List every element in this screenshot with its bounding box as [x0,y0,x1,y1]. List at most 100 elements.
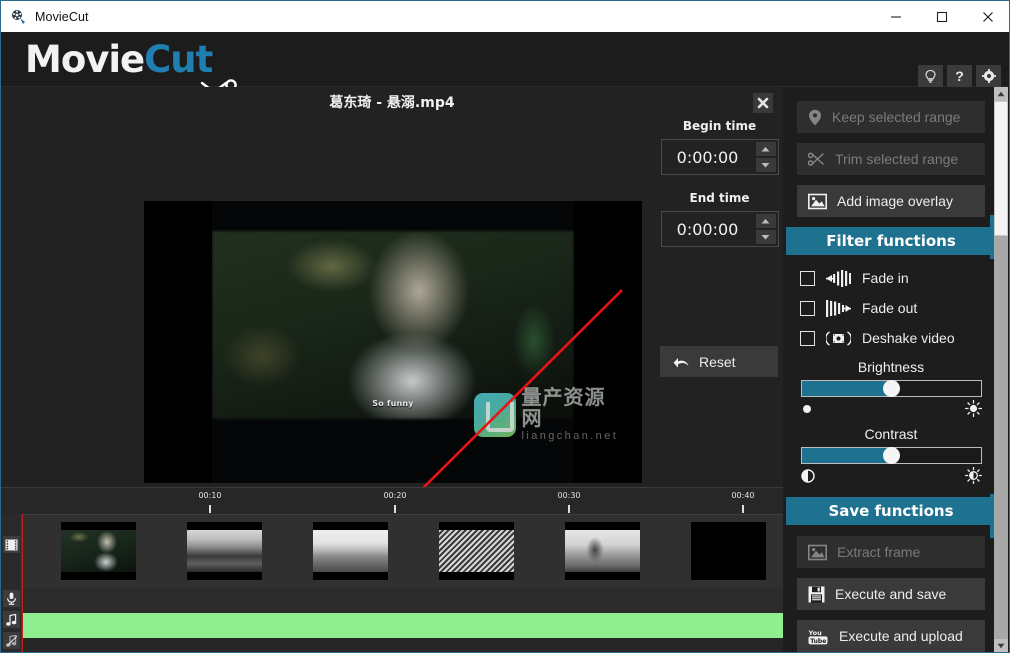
audio-track[interactable] [1,613,783,638]
begin-time-label: Begin time [656,119,783,133]
extract-frame-button[interactable]: Extract frame [797,536,985,568]
fade-out-icon [826,300,851,317]
contrast-slider-fill [802,448,892,463]
brightness-slider-knob[interactable] [883,380,900,397]
contrast-sun-icon [965,467,982,484]
execute-and-save-label: Execute and save [835,586,946,602]
keep-selected-range-button[interactable]: Keep selected range [797,101,985,133]
fade-in-label: Fade in [862,270,909,286]
deshake-icon [826,330,851,347]
map-pin-icon [808,109,822,126]
image-icon [808,544,827,561]
half-circle-icon [801,469,815,483]
site-watermark: 量产资源网 liangchan.net [474,387,621,443]
timeline-thumbnail-4[interactable] [439,522,514,580]
moviecut-window: MovieCut MovieCut [0,0,1010,653]
settings-button[interactable] [976,65,1001,87]
timeline-empty-track[interactable] [1,588,783,613]
end-time-field[interactable]: 0:00:00 [661,211,779,247]
end-time-spinner [754,212,778,246]
begin-time-spinner [754,140,778,174]
scroll-up-button[interactable] [994,87,1008,101]
execute-and-upload-button[interactable]: You Tube Execute and upload [797,620,985,652]
image-icon [808,193,827,210]
timeline-thumbnail-3[interactable] [313,522,388,580]
timeline-tick-mark [209,505,211,513]
svg-text:Tube: Tube [810,637,826,644]
timeline-bottom-track[interactable] [1,638,783,653]
time-range-panel: Begin time 0:00:00 End time 0:00:00 [656,87,783,487]
right-tools-panel: Keep selected range Trim selected range [786,87,996,653]
timeline-tick-mark [568,505,570,513]
execute-and-save-button[interactable]: Execute and save [797,578,985,610]
trim-selected-range-button[interactable]: Trim selected range [797,143,985,175]
video-frame: So funny 量产资源网 liangchan.net [212,201,574,483]
contrast-slider-knob[interactable] [883,447,900,464]
timeline-thumbnail-1[interactable] [61,522,136,580]
sun-icon [965,400,982,417]
reset-button[interactable]: Reset [660,346,778,377]
execute-and-upload-label: Execute and upload [839,628,963,644]
trim-selected-range-label: Trim selected range [835,151,958,167]
add-image-overlay-label: Add image overlay [837,193,953,209]
begin-time-spin-down[interactable] [756,158,776,172]
thumbnail-image [313,530,388,572]
brightness-label: Brightness [786,359,996,375]
begin-time-input[interactable]: 0:00:00 [662,148,754,167]
help-button[interactable]: ? [947,65,972,87]
filter-fade-in[interactable]: Fade in [786,263,996,293]
video-track[interactable] [1,514,783,588]
timeline-thumbnail-6[interactable] [691,522,766,580]
youtube-icon: You Tube [808,628,829,645]
begin-time-field[interactable]: 0:00:00 [661,139,779,175]
tip-button[interactable] [918,65,943,87]
watermark-logo-icon [474,393,516,437]
end-time-spin-up[interactable] [756,214,776,228]
fade-out-checkbox[interactable] [800,301,815,316]
close-x-icon[interactable] [753,93,773,113]
video-preview[interactable]: So funny 量产资源网 liangchan.net [144,201,642,483]
extract-frame-label: Extract frame [837,544,920,560]
timeline-panel: 00:10 00:20 00:30 00:40 [1,487,783,653]
fade-out-label: Fade out [862,300,917,316]
film-reel-icon [11,9,27,25]
end-time-label: End time [656,191,783,205]
minimize-button[interactable] [873,1,919,32]
add-image-overlay-button[interactable]: Add image overlay [797,185,985,217]
maximize-button[interactable] [919,1,965,32]
begin-time-spin-up[interactable] [756,142,776,156]
music-track-icon[interactable] [3,611,20,628]
end-time-input[interactable]: 0:00:00 [662,220,754,239]
close-button[interactable] [965,1,1010,32]
timeline-tick-label: 00:10 [198,491,221,500]
contrast-slider[interactable] [801,447,982,464]
thumbnail-image [691,522,766,580]
scrollbar-thumb[interactable] [994,101,1008,236]
logo-text-movie: Movie [25,38,144,81]
title-bar: MovieCut [1,1,1010,32]
filter-deshake-video[interactable]: Deshake video [786,323,996,353]
filter-functions-header: Filter functions [786,227,996,255]
end-time-spin-down[interactable] [756,230,776,244]
timeline-thumbnail-5[interactable] [565,522,640,580]
timeline-playhead[interactable] [22,514,23,653]
microphone-track-icon[interactable] [3,590,20,607]
timeline-thumbnail-2[interactable] [187,522,262,580]
filter-fade-out[interactable]: Fade out [786,293,996,323]
audio-clip[interactable] [23,613,783,638]
reset-button-label: Reset [699,354,736,370]
deshake-checkbox[interactable] [800,331,815,346]
svg-text:You: You [808,629,822,637]
timeline-tick-label: 00:20 [383,491,406,500]
right-panel-scrollbar[interactable] [994,87,1008,653]
video-track-icon[interactable] [3,536,20,553]
timeline-ruler[interactable]: 00:10 00:20 00:30 00:40 [1,488,783,514]
timeline-tick-mark [742,505,744,513]
brightness-slider[interactable] [801,380,982,397]
floppy-disk-icon [808,586,825,603]
scroll-down-button[interactable] [994,639,1008,653]
save-functions-header: Save functions [786,497,996,525]
music-muted-track-icon[interactable] [3,632,20,649]
fade-in-checkbox[interactable] [800,271,815,286]
contrast-label: Contrast [786,426,996,442]
